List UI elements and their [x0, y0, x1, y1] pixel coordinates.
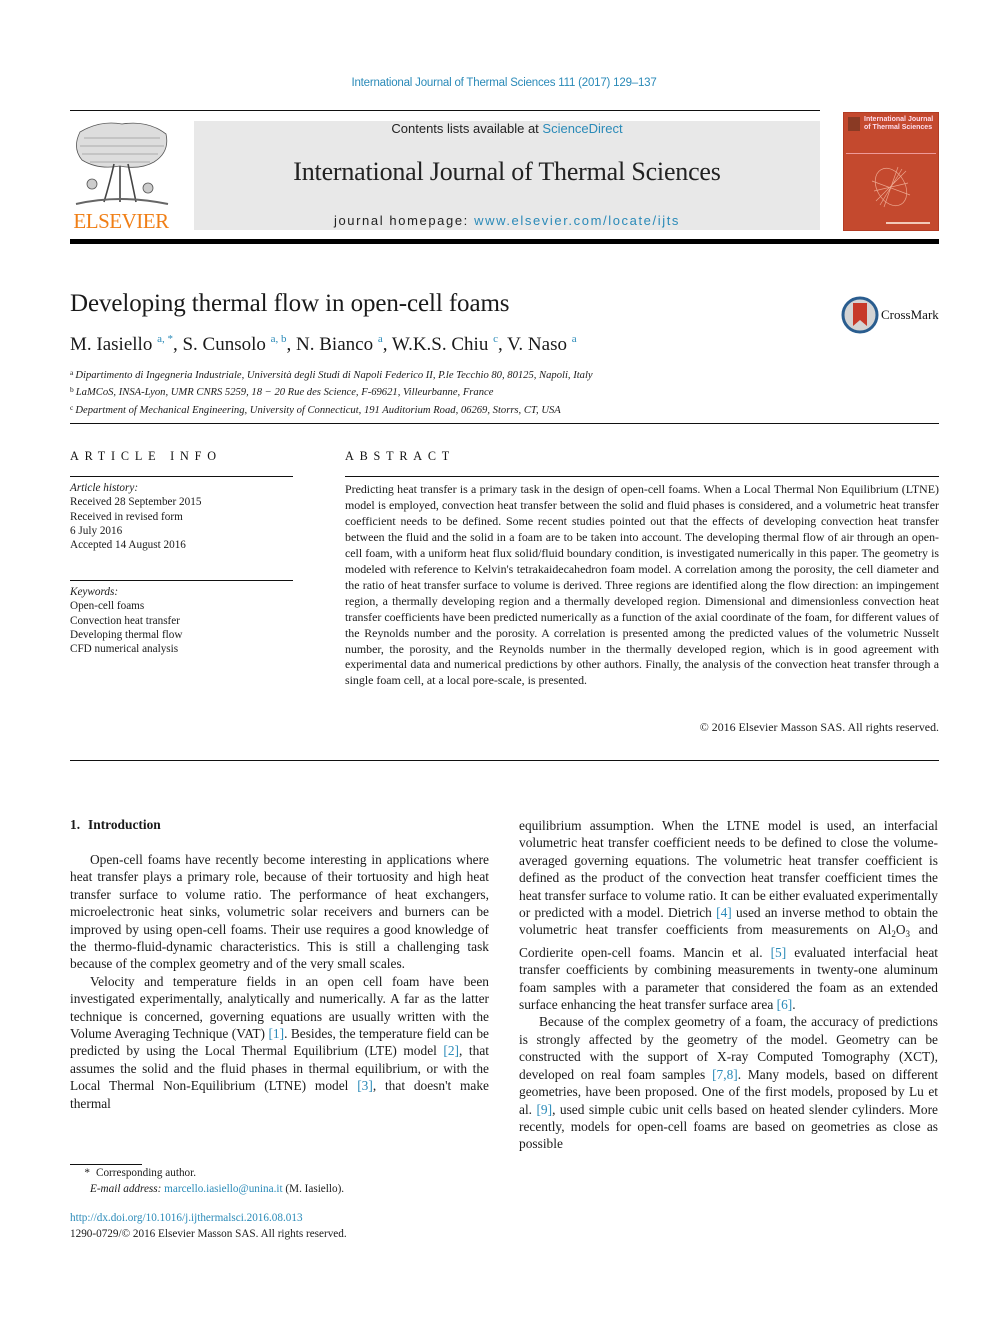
- history-item: 6 July 2016: [70, 524, 123, 537]
- keyword: CFD numerical analysis: [70, 643, 179, 656]
- elsevier-wordmark: ELSEVIER: [73, 209, 169, 233]
- affiliation-mark: c: [70, 402, 74, 412]
- reference-link[interactable]: [7,8]: [712, 1067, 738, 1082]
- affiliation: a Dipartimento di Ingegneria Industriale,…: [70, 366, 593, 383]
- article-info-heading: ARTICLE INFO: [70, 449, 222, 463]
- footnote-mark: *: [84, 1167, 90, 1179]
- reference-link[interactable]: [3]: [357, 1078, 373, 1093]
- email-label: E-mail address:: [90, 1182, 162, 1195]
- journal-title: International Journal of Thermal Science…: [293, 157, 721, 186]
- abstract-copyright: © 2016 Elsevier Masson SAS. All rights r…: [699, 720, 939, 734]
- keyword: Open-cell foams: [70, 600, 145, 613]
- contents-prefix: Contents lists available at: [391, 121, 543, 136]
- email-note: E-mail address: marcello.iasiello@unina.…: [70, 1182, 344, 1198]
- cover-footer: [886, 222, 930, 224]
- body-column-left: Open-cell foams have recently become int…: [70, 851, 489, 1112]
- reference-link[interactable]: [4]: [716, 905, 732, 920]
- history-item: Received in revised form: [70, 510, 183, 523]
- reference-link[interactable]: [2]: [443, 1043, 459, 1058]
- paragraph: Velocity and temperature fields in an op…: [70, 973, 489, 1112]
- crossmark-button[interactable]: CrossMark: [841, 296, 941, 334]
- section-rule: [70, 423, 939, 424]
- history-item: Received 28 September 2015: [70, 496, 202, 509]
- reference-link[interactable]: [5]: [771, 945, 787, 960]
- email-link[interactable]: marcello.iasiello@unina.it: [164, 1183, 282, 1195]
- reference-link[interactable]: [1]: [268, 1026, 284, 1041]
- text-run: O: [895, 922, 906, 938]
- author-list: M. Iasiello a, *, S. Cunsolo a, b, N. Bi…: [70, 333, 577, 355]
- keywords-rule: [70, 580, 293, 581]
- affiliation-mark: a: [70, 368, 74, 377]
- affiliation-text: Department of Mechanical Engineering, Un…: [75, 404, 561, 416]
- keywords-heading: Keywords:: [70, 586, 119, 598]
- cover-divider: [846, 153, 936, 154]
- author-affiliation-mark[interactable]: c: [493, 333, 498, 345]
- text-run: , used simple cubic unit cells based on …: [519, 1101, 938, 1152]
- paragraph: Open-cell foams have recently become int…: [70, 852, 489, 972]
- crossmark-icon: [841, 296, 879, 334]
- abstract-heading: ABSTRACT: [345, 449, 456, 463]
- article-history: Article history: Received 28 September 2…: [70, 481, 201, 552]
- header-rule: [70, 110, 820, 111]
- journal-citation[interactable]: International Journal of Thermal Science…: [0, 77, 992, 89]
- keywords: Keywords: Open-cell foams Convection hea…: [70, 585, 182, 656]
- affiliation: c Department of Mechanical Engineering, U…: [70, 401, 593, 418]
- elsevier-tree-icon: [75, 122, 169, 205]
- header-thick-rule: [70, 239, 939, 244]
- sciencedirect-link[interactable]: ScienceDirect: [542, 121, 622, 136]
- affiliation-mark: b: [70, 385, 74, 395]
- footnote-text: Corresponding author.: [96, 1167, 197, 1179]
- issn-copyright: 1290-0729/© 2016 Elsevier Masson SAS. Al…: [70, 1227, 347, 1240]
- homepage-prefix: journal homepage:: [333, 213, 475, 228]
- journal-banner: Contents lists available at ScienceDirec…: [194, 121, 820, 230]
- cover-elsevier-icon: [848, 117, 860, 131]
- elsevier-logo: ELSEVIER: [70, 118, 172, 234]
- affiliation-text: Dipartimento di Ingegneria Industriale, …: [75, 370, 593, 381]
- keyword: Convection heat transfer: [70, 614, 180, 627]
- email-suffix: (M. Iasiello).: [282, 1182, 345, 1195]
- homepage-link[interactable]: www.elsevier.com/locate/ijts: [474, 213, 680, 228]
- affiliations: a Dipartimento di Ingegneria Industriale,…: [70, 366, 593, 418]
- contents-line: Contents lists available at ScienceDirec…: [194, 121, 820, 136]
- author-name: M. Iasiello: [70, 334, 153, 355]
- doi-link[interactable]: http://dx.doi.org/10.1016/j.ijthermalsci…: [70, 1212, 303, 1224]
- history-item: Accepted 14 August 2016: [70, 539, 186, 552]
- cover-title: International Journal of Thermal Science…: [864, 116, 934, 131]
- author-affiliation-mark[interactable]: a, *: [157, 333, 173, 345]
- body-column-right: equilibrium assumption. When the LTNE mo…: [519, 817, 938, 1153]
- affiliation-text: LaMCoS, INSA-Lyon, UMR CNRS 5259, 18 − 2…: [75, 387, 494, 399]
- section-title: Introduction: [88, 817, 161, 832]
- keyword: Developing thermal flow: [70, 628, 183, 641]
- footnote: * Corresponding author. E-mail address: m…: [70, 1166, 344, 1197]
- paragraph: Because of the complex geometry of a foa…: [519, 1013, 938, 1152]
- cover-foam-image-icon: [871, 166, 911, 208]
- paragraph: equilibrium assumption. When the LTNE mo…: [519, 817, 938, 1013]
- text-run: .: [792, 997, 796, 1013]
- author-name: S. Cunsolo: [182, 334, 266, 355]
- journal-cover-image[interactable]: International Journal of Thermal Science…: [843, 112, 939, 231]
- reference-link[interactable]: [9]: [536, 1102, 552, 1117]
- reference-link[interactable]: [6]: [777, 997, 793, 1012]
- article-info-rule: [70, 476, 293, 477]
- abstract-bottom-rule: [70, 760, 939, 761]
- section-heading: 1. Introduction: [70, 817, 161, 833]
- author-affiliation-mark[interactable]: a: [572, 333, 577, 345]
- corresponding-author-note: * Corresponding author.: [70, 1166, 344, 1182]
- article-title: Developing thermal flow in open-cell foa…: [70, 290, 510, 317]
- crossmark-label: CrossMark: [881, 307, 939, 322]
- doi-block: http://dx.doi.org/10.1016/j.ijthermalsci…: [70, 1211, 347, 1242]
- author-name: W.K.S. Chiu: [391, 334, 489, 355]
- homepage-line: journal homepage: www.elsevier.com/locat…: [194, 213, 820, 228]
- section-number: 1.: [70, 817, 81, 832]
- footnote-rule: [70, 1164, 142, 1165]
- author-name: N. Bianco: [296, 334, 374, 355]
- author-affiliation-mark[interactable]: a, b: [271, 333, 287, 345]
- author-affiliation-mark[interactable]: a: [378, 333, 383, 345]
- author-name: V. Naso: [507, 334, 567, 355]
- history-heading: Article history:: [70, 482, 139, 494]
- abstract-rule: [345, 476, 939, 477]
- abstract-text: Predicting heat transfer is a primary ta…: [345, 482, 939, 688]
- affiliation: b LaMCoS, INSA-Lyon, UMR CNRS 5259, 18 − …: [70, 383, 593, 400]
